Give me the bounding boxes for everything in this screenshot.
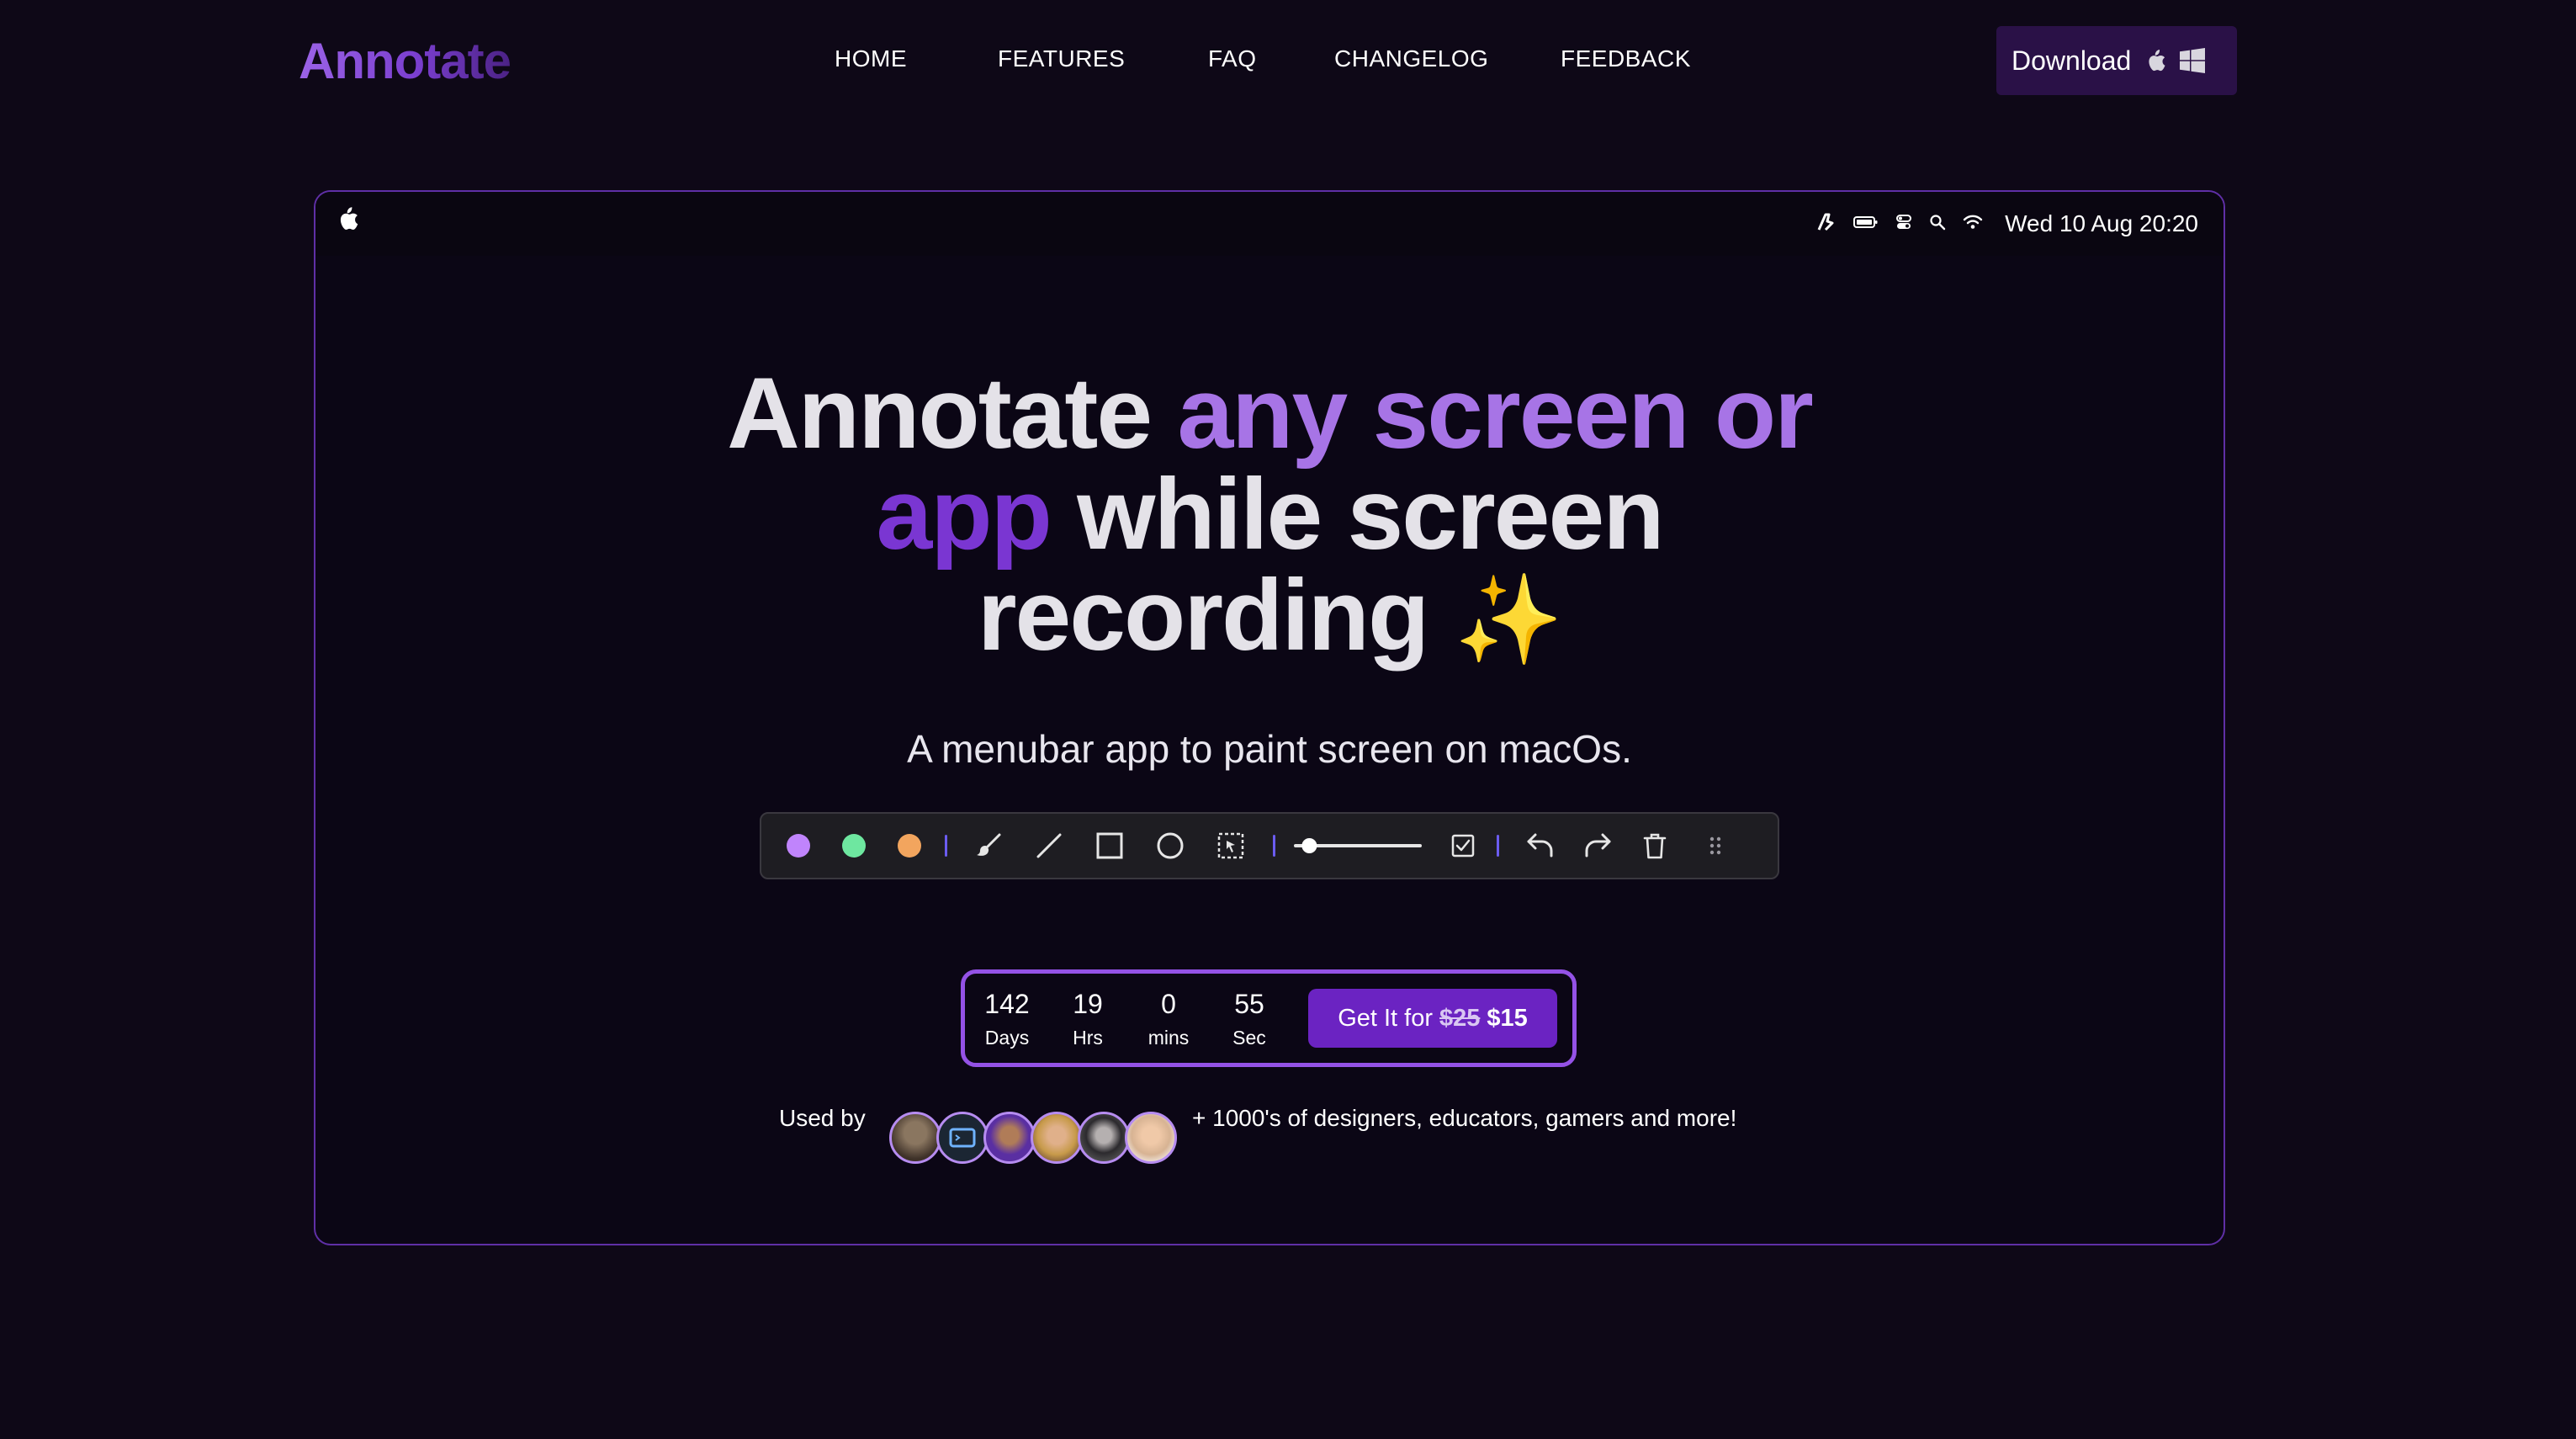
hero-text: Annotate bbox=[727, 357, 1178, 470]
color-swatch bbox=[842, 834, 866, 858]
nav-changelog[interactable]: CHANGELOG bbox=[1334, 45, 1488, 72]
control-center-icon[interactable] bbox=[1895, 214, 1912, 235]
hours-value: 19 bbox=[1073, 989, 1103, 1019]
used-by-label: Used by bbox=[779, 1105, 866, 1131]
size-slider[interactable] bbox=[1288, 814, 1428, 878]
avatar bbox=[983, 1112, 1036, 1164]
hero-text: recording bbox=[977, 559, 1429, 672]
wifi-icon[interactable] bbox=[1963, 215, 1983, 234]
buy-label: Get It for bbox=[1338, 1004, 1434, 1032]
countdown-hours: 19 Hrs bbox=[1056, 989, 1120, 1049]
color-orange[interactable] bbox=[891, 814, 928, 878]
sparkles-icon: ✨ bbox=[1454, 571, 1563, 669]
windows-icon bbox=[2180, 48, 2206, 73]
hero-line-2: app while screen bbox=[315, 464, 2224, 565]
mac-screen-frame: Wed 10 Aug 20:20 Annotate any screen or … bbox=[314, 190, 2225, 1245]
secs-value: 55 bbox=[1234, 989, 1264, 1019]
new-price: $15 bbox=[1487, 1004, 1528, 1032]
color-purple[interactable] bbox=[780, 814, 817, 878]
divider bbox=[941, 814, 950, 878]
hero-highlight: any screen or bbox=[1177, 357, 1813, 470]
download-button[interactable]: Download bbox=[1996, 26, 2237, 95]
divider bbox=[1493, 814, 1502, 878]
nav-features[interactable]: FEATURES bbox=[998, 45, 1125, 72]
avatar bbox=[1078, 1112, 1130, 1164]
annotation-toolbar bbox=[760, 812, 1779, 879]
countdown-timer: 142 Days 19 Hrs 0 mins 55 Sec Get It for… bbox=[961, 969, 1577, 1067]
secs-label: Sec bbox=[1232, 1027, 1266, 1049]
redo-icon[interactable] bbox=[1576, 814, 1619, 878]
nav-feedback[interactable]: FEEDBACK bbox=[1561, 45, 1691, 72]
countdown-days: 142 Days bbox=[975, 989, 1039, 1049]
apple-logo-icon[interactable] bbox=[336, 205, 359, 236]
days-value: 142 bbox=[984, 989, 1030, 1019]
mins-value: 0 bbox=[1161, 989, 1176, 1019]
circle-icon[interactable] bbox=[1148, 814, 1192, 878]
line-icon[interactable] bbox=[1027, 814, 1071, 878]
rectangle-icon[interactable] bbox=[1088, 814, 1132, 878]
apple-icon bbox=[2144, 48, 2166, 73]
brush-icon[interactable] bbox=[967, 814, 1010, 878]
color-swatch bbox=[787, 834, 810, 858]
nav-home[interactable]: HOME bbox=[835, 45, 907, 72]
search-icon[interactable] bbox=[1929, 214, 1946, 235]
mins-label: mins bbox=[1148, 1027, 1190, 1049]
avatar bbox=[889, 1112, 941, 1164]
download-label: Download bbox=[2012, 45, 2132, 76]
drag-handle-icon[interactable] bbox=[1693, 814, 1737, 878]
undo-icon[interactable] bbox=[1519, 814, 1562, 878]
hero-text: while screen bbox=[1050, 458, 1664, 571]
nav-faq[interactable]: FAQ bbox=[1208, 45, 1257, 72]
avatar bbox=[1125, 1112, 1177, 1164]
hours-label: Hrs bbox=[1073, 1027, 1103, 1049]
countdown-secs: 55 Sec bbox=[1217, 989, 1281, 1049]
avatar bbox=[1031, 1112, 1083, 1164]
hero-line-3: recording ✨ bbox=[315, 565, 2224, 671]
avatar bbox=[936, 1112, 989, 1164]
mac-menubar: Wed 10 Aug 20:20 bbox=[315, 192, 2224, 256]
battery-icon[interactable] bbox=[1853, 215, 1879, 233]
hero-line-1: Annotate any screen or bbox=[315, 363, 2224, 464]
checkbox-icon[interactable] bbox=[1441, 814, 1485, 878]
menubar-status: Wed 10 Aug 20:20 bbox=[1816, 210, 2198, 237]
menubar-datetime[interactable]: Wed 10 Aug 20:20 bbox=[2005, 210, 2198, 237]
divider bbox=[1269, 814, 1278, 878]
color-green[interactable] bbox=[835, 814, 872, 878]
used-by-tagline: + 1000's of designers, educators, gamers… bbox=[1192, 1105, 1737, 1131]
days-label: Days bbox=[984, 1027, 1030, 1049]
countdown-mins: 0 mins bbox=[1137, 989, 1201, 1049]
hero-subtitle: A menubar app to paint screen on macOs. bbox=[907, 727, 1632, 771]
annotate-app-icon[interactable] bbox=[1816, 212, 1837, 236]
color-swatch bbox=[898, 834, 921, 858]
hero-highlight-app: app bbox=[876, 458, 1052, 571]
buy-button[interactable]: Get It for $25 $15 bbox=[1308, 989, 1557, 1048]
trash-icon[interactable] bbox=[1633, 814, 1677, 878]
select-icon[interactable] bbox=[1209, 814, 1253, 878]
old-price: $25 bbox=[1439, 1004, 1481, 1032]
